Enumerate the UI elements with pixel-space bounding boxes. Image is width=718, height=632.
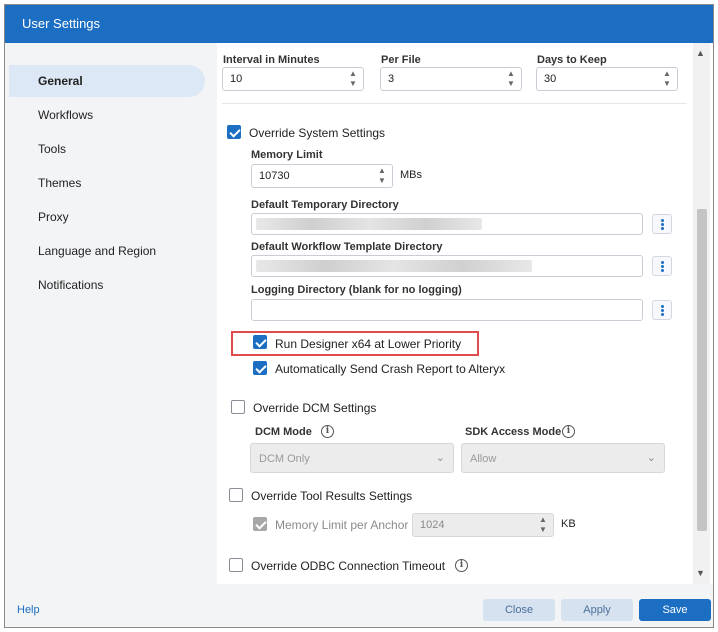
days-to-keep-stepper[interactable]: 30 ▲ ▼: [536, 67, 678, 91]
dcm-mode-value: DCM Only: [259, 453, 310, 465]
days-to-keep-label: Days to Keep: [537, 54, 607, 66]
settings-sidebar: General Workflows Tools Themes Proxy Lan…: [5, 43, 217, 584]
chevron-down-icon[interactable]: ▼: [663, 79, 671, 88]
memory-anchor-label: Memory Limit per Anchor: [275, 518, 409, 532]
kebab-dot: [661, 227, 664, 230]
chevron-down-icon[interactable]: ▼: [507, 79, 515, 88]
sidebar-item-workflows[interactable]: Workflows: [9, 99, 205, 131]
kebab-dot: [661, 309, 664, 312]
sidebar-item-themes[interactable]: Themes: [9, 167, 205, 199]
override-dcm-label: Override DCM Settings: [253, 401, 377, 415]
memory-anchor-value: 1024: [420, 519, 445, 531]
kebab-dot: [661, 223, 664, 226]
crash-report-checkbox[interactable]: [253, 361, 267, 375]
redacted-path: [256, 260, 532, 272]
sidebar-item-proxy[interactable]: Proxy: [9, 201, 205, 233]
info-icon[interactable]: i: [321, 425, 334, 438]
override-tool-results-label: Override Tool Results Settings: [251, 489, 413, 503]
memory-limit-label: Memory Limit: [251, 149, 323, 161]
chevron-up-icon[interactable]: ▲: [696, 48, 705, 58]
sidebar-item-notifications[interactable]: Notifications: [9, 269, 205, 301]
override-odbc-label: Override ODBC Connection Timeout: [251, 559, 446, 573]
chevron-down-icon: ⌄: [435, 452, 445, 464]
chevron-down-icon[interactable]: ▼: [349, 79, 357, 88]
kebab-menu-icon: [661, 261, 664, 264]
close-button[interactable]: Close: [483, 599, 555, 621]
chevron-up-icon[interactable]: ▲: [349, 69, 357, 78]
sidebar-item-language-region[interactable]: Language and Region: [9, 235, 205, 267]
scroll-thumb[interactable]: [697, 209, 707, 531]
sdk-access-select[interactable]: Allow ⌄: [461, 443, 665, 473]
per-file-stepper[interactable]: 3 ▲ ▼: [380, 67, 522, 91]
template-dir-label: Default Workflow Template Directory: [251, 241, 443, 253]
days-to-keep-value: 30: [544, 73, 557, 85]
interval-value: 10: [230, 73, 243, 85]
run-lower-priority-checkbox[interactable]: [253, 335, 267, 349]
sdk-access-value: Allow: [470, 453, 497, 465]
crash-report-label: Automatically Send Crash Report to Alter…: [275, 362, 506, 376]
sdk-access-label: SDK Access Mode: [465, 426, 562, 438]
override-odbc-checkbox[interactable]: [229, 558, 243, 572]
chevron-up-icon[interactable]: ▲: [507, 69, 515, 78]
template-dir-input[interactable]: [251, 255, 643, 277]
interval-label: Interval in Minutes: [223, 54, 320, 66]
override-dcm-checkbox[interactable]: [231, 400, 245, 414]
chevron-down-icon: ⌄: [646, 452, 656, 464]
memory-anchor-checkbox[interactable]: [253, 517, 267, 531]
section-divider: [222, 103, 687, 104]
save-button[interactable]: Save: [639, 599, 711, 621]
temp-dir-browse-button[interactable]: [652, 214, 672, 234]
info-icon[interactable]: i: [562, 425, 575, 438]
kebab-menu-icon: [661, 305, 664, 308]
window-title: User Settings: [5, 5, 713, 43]
apply-button[interactable]: Apply: [561, 599, 633, 621]
chevron-up-icon[interactable]: ▲: [378, 166, 386, 175]
template-dir-browse-button[interactable]: [652, 256, 672, 276]
redacted-path: [256, 218, 482, 230]
memory-anchor-stepper[interactable]: 1024 ▲ ▼: [412, 513, 554, 537]
dcm-mode-label: DCM Mode: [255, 426, 312, 438]
override-system-label: Override System Settings: [249, 126, 386, 140]
sidebar-item-general[interactable]: General: [9, 65, 205, 97]
override-system-checkbox[interactable]: [227, 125, 241, 139]
info-icon[interactable]: i: [455, 559, 468, 572]
chevron-down-icon[interactable]: ▼: [539, 525, 547, 534]
memory-unit-label: MBs: [400, 169, 422, 181]
chevron-down-icon[interactable]: ▼: [696, 568, 705, 578]
user-settings-dialog: User Settings General Workflows Tools Th…: [4, 4, 714, 628]
chevron-up-icon[interactable]: ▲: [539, 515, 547, 524]
chevron-down-icon[interactable]: ▼: [378, 176, 386, 185]
temp-dir-label: Default Temporary Directory: [251, 199, 399, 211]
override-tool-results-checkbox[interactable]: [229, 488, 243, 502]
per-file-value: 3: [388, 73, 395, 85]
sidebar-item-tools[interactable]: Tools: [9, 133, 205, 165]
memory-anchor-unit: KB: [561, 518, 576, 530]
kebab-dot: [661, 265, 664, 268]
run-lower-priority-label: Run Designer x64 at Lower Priority: [275, 337, 462, 351]
logging-dir-browse-button[interactable]: [652, 300, 672, 320]
logging-dir-label: Logging Directory (blank for no logging): [251, 284, 462, 296]
chevron-up-icon[interactable]: ▲: [663, 69, 671, 78]
settings-content: Interval in Minutes 10 ▲ ▼ Per File 3 ▲ ▼ …: [217, 43, 692, 584]
interval-stepper[interactable]: 10 ▲ ▼: [222, 67, 364, 91]
logging-dir-input[interactable]: [251, 299, 643, 321]
memory-limit-value: 10730: [259, 170, 290, 182]
temp-dir-input[interactable]: [251, 213, 643, 235]
dialog-footer: Help Close Apply Save: [5, 584, 713, 627]
per-file-label: Per File: [381, 54, 421, 66]
help-link[interactable]: Help: [17, 604, 40, 616]
dcm-mode-select[interactable]: DCM Only ⌄: [250, 443, 454, 473]
memory-limit-stepper[interactable]: 10730 ▲ ▼: [251, 164, 393, 188]
kebab-dot: [661, 269, 664, 272]
kebab-menu-icon: [661, 219, 664, 222]
content-scrollbar[interactable]: ▲ ▼: [693, 43, 710, 584]
kebab-dot: [661, 313, 664, 316]
